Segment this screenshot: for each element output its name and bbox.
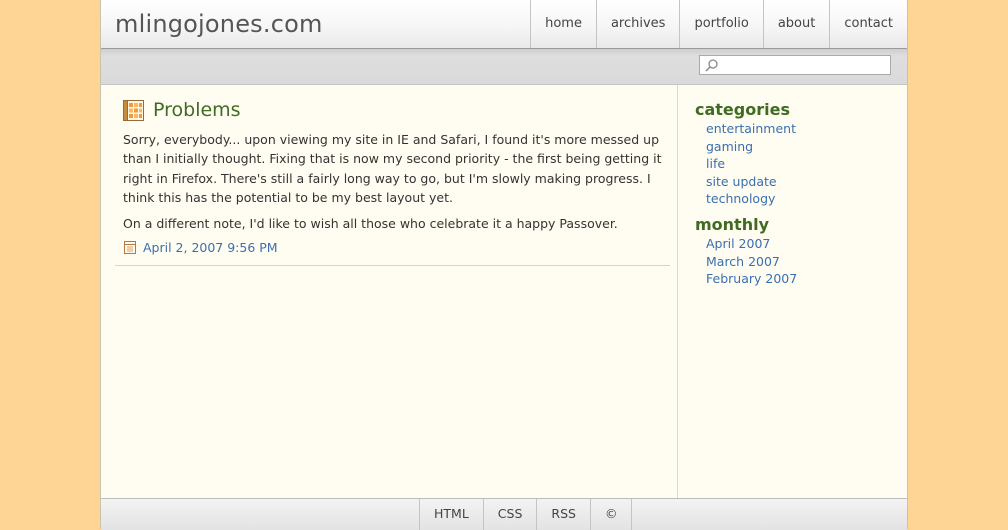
- category-link[interactable]: gaming: [706, 138, 796, 156]
- sidebar: categories entertainment gaming life sit…: [677, 85, 908, 498]
- nav-portfolio[interactable]: portfolio: [679, 0, 762, 48]
- header: mlingojones.com home archives portfolio …: [101, 0, 907, 49]
- post-divider: [115, 265, 670, 266]
- category-link[interactable]: life: [706, 155, 796, 173]
- footer-css-link[interactable]: CSS: [482, 499, 537, 530]
- search-input[interactable]: [720, 57, 886, 73]
- category-link[interactable]: technology: [706, 190, 796, 208]
- monthly-list: April 2007 March 2007 February 2007: [706, 235, 797, 288]
- main-nav: home archives portfolio about contact: [530, 0, 907, 48]
- category-link[interactable]: site update: [706, 173, 796, 191]
- calendar-icon: [124, 241, 136, 254]
- nav-about[interactable]: about: [762, 0, 830, 48]
- document-grid-icon: [123, 100, 144, 121]
- month-link[interactable]: February 2007: [706, 270, 797, 288]
- footer: HTML CSS RSS ©: [101, 498, 907, 530]
- post-title[interactable]: Problems: [153, 99, 241, 121]
- nav-home[interactable]: home: [530, 0, 596, 48]
- monthly-heading: monthly: [695, 215, 770, 234]
- search-icon: [705, 59, 718, 72]
- search-box[interactable]: [699, 55, 891, 75]
- footer-copyright-link[interactable]: ©: [589, 499, 633, 530]
- site-title[interactable]: mlingojones.com: [115, 10, 323, 38]
- nav-archives[interactable]: archives: [595, 0, 680, 48]
- category-link[interactable]: entertainment: [706, 120, 796, 138]
- post-date-link[interactable]: April 2, 2007 9:56 PM: [143, 240, 278, 255]
- categories-list: entertainment gaming life site update te…: [706, 120, 796, 208]
- footer-rss-link[interactable]: RSS: [536, 499, 590, 530]
- search-bar: [101, 49, 907, 85]
- month-link[interactable]: March 2007: [706, 253, 797, 271]
- page-container: mlingojones.com home archives portfolio …: [100, 0, 908, 530]
- footer-html-link[interactable]: HTML: [419, 499, 483, 530]
- categories-heading: categories: [695, 100, 790, 119]
- footer-nav: HTML CSS RSS ©: [419, 499, 633, 530]
- post-paragraph: Sorry, everybody... upon viewing my site…: [123, 132, 662, 206]
- post-paragraph: On a different note, I'd like to wish al…: [123, 215, 618, 231]
- month-link[interactable]: April 2007: [706, 235, 797, 253]
- post-body: Sorry, everybody... upon viewing my site…: [123, 130, 668, 239]
- nav-contact[interactable]: contact: [829, 0, 907, 48]
